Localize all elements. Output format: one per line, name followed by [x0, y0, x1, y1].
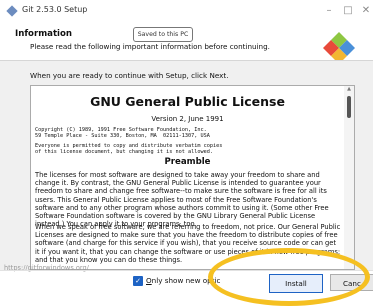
close-icon[interactable]: ✕ [359, 4, 373, 18]
title-bar: Git 2.53.0 Setup – □ ✕ [0, 0, 373, 22]
copyright-line-2: 59 Temple Place - Suite 330, Boston, MA … [35, 133, 210, 139]
only-show-new-options-checkbox[interactable]: ✓ [133, 276, 143, 286]
saved-tooltip: Saved to this PC [133, 27, 193, 42]
scrollbar-thumb[interactable] [347, 96, 351, 118]
license-version: Version 2, June 1991 [151, 115, 224, 123]
window-title: Git 2.53.0 Setup [22, 5, 88, 14]
page-subtitle: Please read the following important info… [30, 42, 270, 51]
git-icon [6, 5, 18, 17]
license-title: GNU General Public License [90, 94, 285, 109]
minimize-icon[interactable]: – [322, 4, 336, 18]
maximize-icon[interactable]: □ [341, 4, 355, 18]
scroll-up-icon[interactable]: ▲ [344, 86, 354, 94]
notice-line-2: of this license document, but changing i… [35, 149, 214, 155]
preamble-heading: Preamble [164, 157, 211, 167]
instruction-text: When you are ready to continue with Setu… [30, 71, 229, 80]
license-text-box[interactable]: GNU General Public License Version 2, Ju… [30, 85, 355, 270]
vertical-scrollbar[interactable]: ▲ [344, 86, 354, 269]
page-title: Information [15, 29, 73, 39]
license-paragraph-1: The licenses for most software are desig… [35, 171, 329, 229]
highlight-annotation [208, 248, 370, 306]
